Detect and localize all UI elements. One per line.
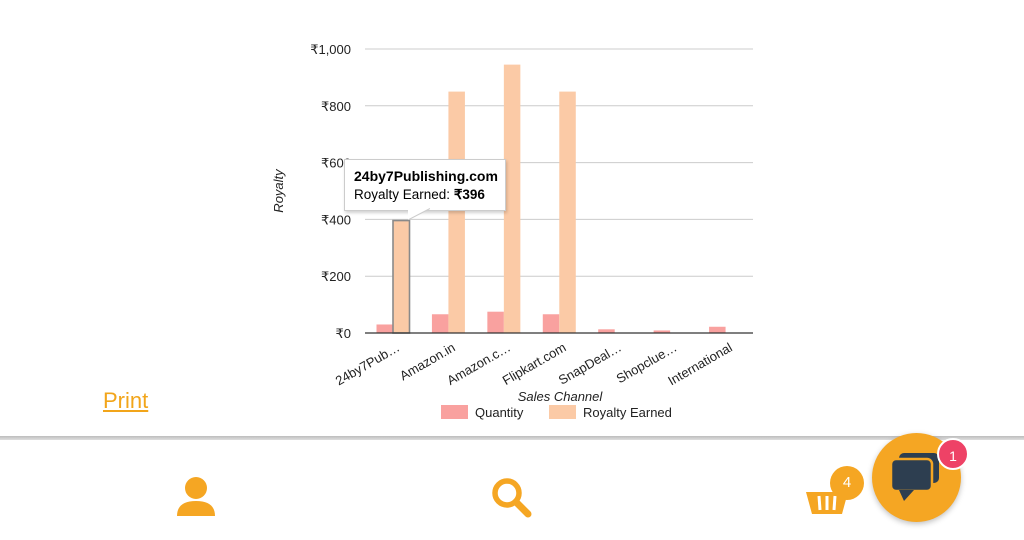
user-icon bbox=[177, 477, 215, 516]
legend-swatch bbox=[549, 405, 576, 419]
tooltip-title: 24by7Publishing.com bbox=[354, 168, 498, 184]
royalty-bar bbox=[448, 91, 465, 333]
y-tick-label: ₹400 bbox=[321, 212, 351, 227]
tooltip-pointer bbox=[408, 208, 430, 220]
chat-unread-badge: 1 bbox=[937, 438, 969, 470]
y-tick-label: ₹800 bbox=[321, 99, 351, 114]
quantity-bar bbox=[487, 311, 504, 333]
nav-profile-button[interactable] bbox=[172, 474, 220, 520]
quantity-bar bbox=[376, 324, 393, 333]
nav-search-button[interactable] bbox=[488, 474, 534, 520]
y-axis-title: Royalty bbox=[271, 168, 286, 213]
x-tick-label: 24by7Pub… bbox=[333, 340, 402, 389]
quantity-bar bbox=[542, 314, 560, 333]
royalty-bar bbox=[559, 91, 576, 333]
quantity-bar bbox=[709, 326, 726, 333]
x-tick-label: SnapDeal… bbox=[556, 340, 624, 388]
basket-count-badge: 4 bbox=[830, 466, 864, 500]
chart-tooltip: 24by7Publishing.com Royalty Earned: ₹396 bbox=[344, 159, 506, 211]
legend-label: Royalty Earned bbox=[583, 405, 672, 420]
tooltip-label: Royalty Earned: bbox=[354, 187, 451, 202]
royalty-bar bbox=[503, 64, 521, 334]
legend-label: Quantity bbox=[475, 405, 524, 420]
y-tick-label: ₹1,000 bbox=[310, 42, 351, 57]
search-icon bbox=[492, 478, 532, 518]
quantity-bar bbox=[431, 314, 449, 333]
legend-swatch bbox=[441, 405, 468, 419]
print-link[interactable]: Print bbox=[103, 388, 148, 414]
y-tick-label: ₹200 bbox=[321, 269, 351, 284]
royalty-bar-chart: ₹0₹200₹400₹600₹800₹1,00024by7Pub…Amazon.… bbox=[271, 42, 753, 420]
y-tick-label: ₹0 bbox=[335, 326, 351, 341]
tooltip-value: ₹396 bbox=[453, 187, 485, 202]
tooltip-row: Royalty Earned: ₹396 bbox=[354, 187, 485, 203]
royalty-bar bbox=[392, 219, 411, 334]
x-axis-title: Sales Channel bbox=[518, 389, 604, 404]
